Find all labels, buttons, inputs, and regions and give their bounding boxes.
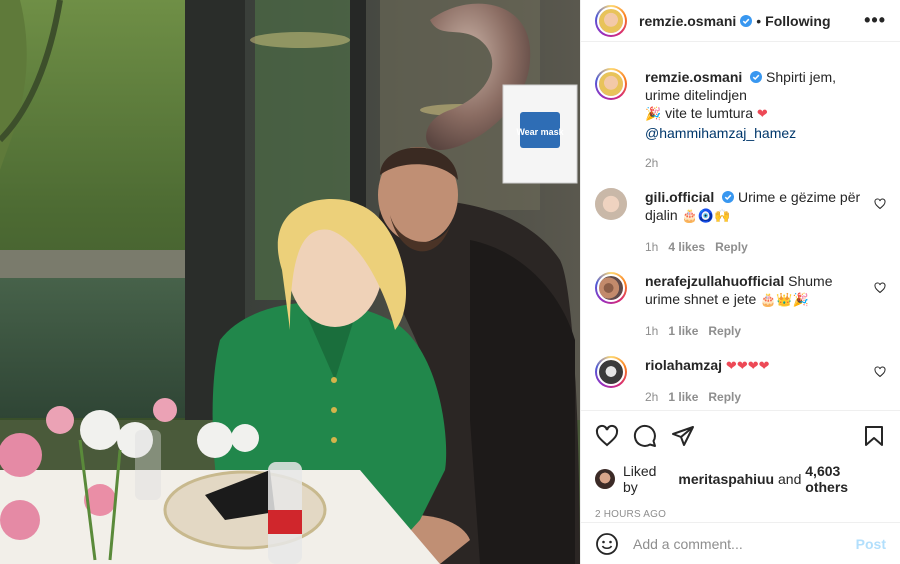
reply-button[interactable]: Reply — [715, 238, 748, 256]
bookmark-icon[interactable] — [862, 424, 886, 448]
post-photo[interactable]: Wear mask — [0, 0, 580, 564]
caption-author-avatar[interactable] — [595, 68, 627, 100]
comment-heart-icon[interactable] — [874, 198, 886, 210]
caption-mention-link[interactable]: @hammihamzaj_hamez — [645, 125, 796, 141]
comment-time: 1h — [645, 240, 659, 254]
post-header: remzie.osmani • Following ••• — [581, 0, 900, 42]
following-button[interactable]: Following — [765, 13, 830, 29]
post-actions: Liked by meritaspahiuu and 4,603 others … — [581, 410, 900, 520]
comment-heart-icon[interactable] — [874, 366, 886, 378]
post-comment-button[interactable]: Post — [856, 536, 886, 552]
commenter-username[interactable]: nerafejzullahuofficial — [645, 273, 784, 289]
liked-by-and: and — [778, 471, 802, 487]
caption-author-username[interactable]: remzie.osmani — [645, 69, 742, 85]
commenter-username[interactable]: riolahamzaj — [645, 357, 722, 373]
liker-avatar[interactable] — [595, 469, 615, 489]
verified-badge-icon — [722, 191, 735, 203]
liked-by-others[interactable]: 4,603 others — [805, 463, 886, 495]
commenter-avatar[interactable] — [595, 188, 627, 220]
commenter-avatar[interactable] — [595, 356, 627, 388]
paper-plane-icon[interactable] — [671, 424, 695, 448]
reply-button[interactable]: Reply — [708, 388, 741, 406]
more-options-icon[interactable]: ••• — [864, 10, 886, 31]
heart-outline-icon[interactable] — [595, 424, 619, 448]
caption-time: 2h — [645, 156, 659, 170]
comment-heart-icon[interactable] — [874, 282, 886, 294]
comment-item: gili.official Urime e gëzime për djalin … — [595, 172, 886, 256]
smiley-icon[interactable] — [595, 532, 619, 556]
party-popper-emoji: 🎉 — [645, 107, 662, 122]
comment-bubble-icon[interactable] — [633, 424, 657, 448]
liked-by-user[interactable]: meritaspahiuu — [678, 471, 774, 487]
author-avatar[interactable] — [595, 4, 627, 37]
verified-badge-icon — [740, 14, 753, 27]
comment-likes[interactable]: 1 like — [668, 388, 698, 406]
add-comment-bar: Post — [581, 522, 900, 564]
comments-list[interactable]: remzie.osmani Shpirti jem, urime ditelin… — [581, 52, 900, 410]
comment-emoji: 🎂🧿🙌 — [681, 209, 731, 224]
comment-item: nerafejzullahuofficial Shume urime shnet… — [595, 256, 886, 340]
verified-badge-icon — [750, 71, 763, 83]
post-photo-image: Wear mask — [0, 0, 580, 564]
comment-item: riolahamzaj ❤❤❤❤ 2h 1 like Reply — [595, 340, 886, 406]
wear-mask-sign-text: Wear mask — [516, 127, 564, 137]
post-side-panel: remzie.osmani • Following ••• remzie.osm… — [580, 0, 900, 564]
liked-by-prefix: Liked by — [623, 463, 657, 495]
caption-text-line2: vite te lumtura — [665, 105, 754, 121]
comment-likes[interactable]: 4 likes — [668, 238, 705, 256]
comment-emoji: ❤❤❤❤ — [725, 359, 770, 374]
commenter-username[interactable]: gili.official — [645, 189, 714, 205]
reply-button[interactable]: Reply — [708, 322, 741, 340]
heart-emoji: ❤ — [756, 107, 768, 122]
comment-time: 1h — [645, 324, 659, 338]
author-username[interactable]: remzie.osmani — [639, 13, 736, 29]
comment-time: 2h — [645, 390, 659, 404]
header-separator: • — [756, 12, 762, 29]
commenter-avatar[interactable] — [595, 272, 627, 304]
post-timestamp: 2 HOURS AGO — [595, 509, 667, 520]
comment-input[interactable] — [633, 535, 856, 552]
comment-emoji: 🎂👑🎉 — [760, 293, 809, 308]
comment-likes[interactable]: 1 like — [668, 322, 698, 340]
liked-by-row: Liked by meritaspahiuu and 4,603 others — [595, 463, 886, 495]
caption: remzie.osmani Shpirti jem, urime ditelin… — [595, 52, 886, 172]
